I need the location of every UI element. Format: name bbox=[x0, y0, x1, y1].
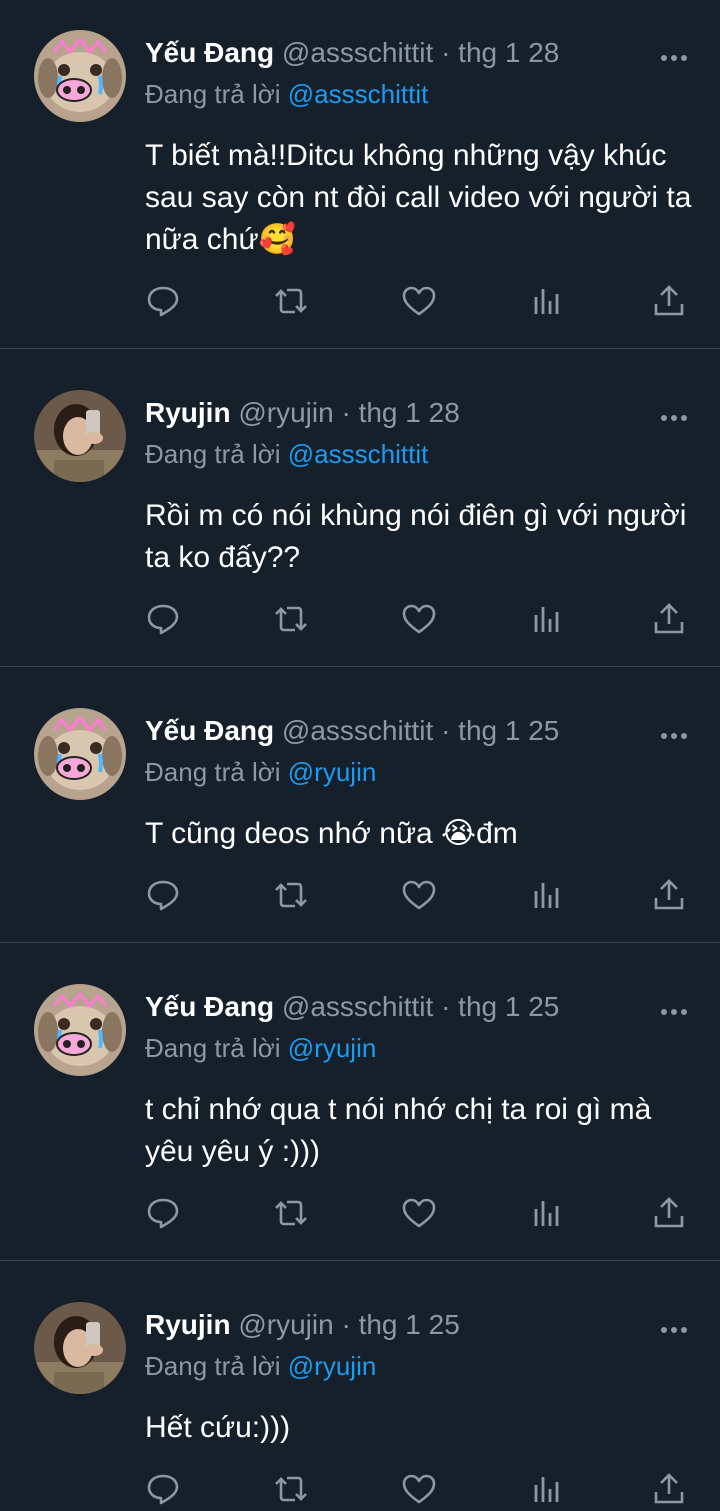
avatar[interactable] bbox=[34, 1302, 126, 1394]
tweet-actions bbox=[145, 1471, 690, 1511]
more-icon[interactable] bbox=[660, 1321, 688, 1333]
share-icon[interactable] bbox=[651, 1471, 687, 1507]
tweet-header: Ryujin @ryujin · thg 1 25 bbox=[145, 1307, 460, 1343]
analytics-icon[interactable] bbox=[529, 1195, 565, 1231]
reply-mention-link[interactable]: @assschittit bbox=[288, 79, 429, 109]
timestamp[interactable]: thg 1 28 bbox=[359, 397, 460, 428]
separator-dot: · bbox=[441, 37, 451, 68]
tweet-header: Yếu Đang @assschittit · thg 1 25 bbox=[145, 989, 559, 1025]
separator-dot: · bbox=[341, 397, 351, 428]
more-icon[interactable] bbox=[660, 1003, 688, 1015]
reply-icon[interactable] bbox=[145, 283, 181, 319]
replying-to-label: Đang trả lời bbox=[145, 1351, 288, 1381]
share-icon[interactable] bbox=[651, 601, 687, 637]
retweet-icon[interactable] bbox=[273, 877, 309, 913]
retweet-icon[interactable] bbox=[273, 1471, 309, 1507]
share-icon[interactable] bbox=[651, 1195, 687, 1231]
tweet-header: Ryujin @ryujin · thg 1 28 bbox=[145, 395, 460, 431]
retweet-icon[interactable] bbox=[273, 283, 309, 319]
reply-icon[interactable] bbox=[145, 877, 181, 913]
replying-to-label: Đang trả lời bbox=[145, 1033, 288, 1063]
display-name[interactable]: Ryujin bbox=[145, 1309, 231, 1340]
divider bbox=[0, 666, 720, 667]
replying-to-label: Đang trả lời bbox=[145, 757, 288, 787]
separator-dot: · bbox=[441, 715, 451, 746]
heart-icon[interactable] bbox=[401, 283, 437, 319]
separator-dot: · bbox=[341, 1309, 351, 1340]
tweet-text: T biết mà!!Ditcu không những vậy khúc sa… bbox=[145, 139, 692, 256]
heart-icon[interactable] bbox=[401, 1471, 437, 1507]
tweet-header: Yếu Đang @assschittit · thg 1 28 bbox=[145, 35, 559, 71]
share-icon[interactable] bbox=[651, 283, 687, 319]
retweet-icon[interactable] bbox=[273, 601, 309, 637]
tweet-actions bbox=[145, 601, 690, 641]
replying-to: Đang trả lời @assschittit bbox=[145, 439, 428, 470]
reply-mention-link[interactable]: @assschittit bbox=[288, 439, 429, 469]
more-icon[interactable] bbox=[660, 49, 688, 61]
user-handle[interactable]: @ryujin bbox=[238, 397, 333, 428]
analytics-icon[interactable] bbox=[529, 877, 565, 913]
reply-icon[interactable] bbox=[145, 1195, 181, 1231]
reply-mention-link[interactable]: @ryujin bbox=[288, 1351, 377, 1381]
analytics-icon[interactable] bbox=[529, 601, 565, 637]
display-name[interactable]: Yếu Đang bbox=[145, 37, 274, 68]
avatar[interactable] bbox=[34, 30, 126, 122]
timestamp[interactable]: thg 1 28 bbox=[458, 37, 559, 68]
heart-icon[interactable] bbox=[401, 877, 437, 913]
user-handle[interactable]: @ryujin bbox=[238, 1309, 333, 1340]
more-icon[interactable] bbox=[660, 727, 688, 739]
replying-to: Đang trả lời @assschittit bbox=[145, 79, 428, 110]
heart-icon[interactable] bbox=[401, 601, 437, 637]
avatar[interactable] bbox=[34, 390, 126, 482]
replying-to-label: Đang trả lời bbox=[145, 79, 288, 109]
display-name[interactable]: Ryujin bbox=[145, 397, 231, 428]
replying-to: Đang trả lời @ryujin bbox=[145, 1033, 376, 1064]
tweet-text: T cũng deos nhớ nữa 😭đm bbox=[145, 817, 518, 850]
analytics-icon[interactable] bbox=[529, 1471, 565, 1507]
timestamp[interactable]: thg 1 25 bbox=[458, 991, 559, 1022]
separator-dot: · bbox=[441, 991, 451, 1022]
heart-icon[interactable] bbox=[401, 1195, 437, 1231]
reply-mention-link[interactable]: @ryujin bbox=[288, 1033, 377, 1063]
tweet-text: Hết cứu:))) bbox=[145, 1411, 291, 1444]
tweet-text: Rồi m có nói khùng nói điên gì với người… bbox=[145, 499, 687, 574]
tweet-actions bbox=[145, 1195, 690, 1235]
analytics-icon[interactable] bbox=[529, 283, 565, 319]
tweet-actions bbox=[145, 283, 690, 323]
timestamp[interactable]: thg 1 25 bbox=[458, 715, 559, 746]
replying-to: Đang trả lời @ryujin bbox=[145, 1351, 376, 1382]
reply-icon[interactable] bbox=[145, 1471, 181, 1507]
user-handle[interactable]: @assschittit bbox=[282, 715, 433, 746]
divider bbox=[0, 1260, 720, 1261]
share-icon[interactable] bbox=[651, 877, 687, 913]
more-icon[interactable] bbox=[660, 409, 688, 421]
divider bbox=[0, 942, 720, 943]
retweet-icon[interactable] bbox=[273, 1195, 309, 1231]
reply-mention-link[interactable]: @ryujin bbox=[288, 757, 377, 787]
user-handle[interactable]: @assschittit bbox=[282, 37, 433, 68]
user-handle[interactable]: @assschittit bbox=[282, 991, 433, 1022]
reply-icon[interactable] bbox=[145, 601, 181, 637]
tweet-actions bbox=[145, 877, 690, 917]
avatar[interactable] bbox=[34, 708, 126, 800]
replying-to: Đang trả lời @ryujin bbox=[145, 757, 376, 788]
tweet-text: t chỉ nhớ qua t nói nhớ chị ta roi gì mà… bbox=[145, 1093, 652, 1168]
divider bbox=[0, 348, 720, 349]
timestamp[interactable]: thg 1 25 bbox=[359, 1309, 460, 1340]
display-name[interactable]: Yếu Đang bbox=[145, 991, 274, 1022]
tweet-header: Yếu Đang @assschittit · thg 1 25 bbox=[145, 713, 559, 749]
display-name[interactable]: Yếu Đang bbox=[145, 715, 274, 746]
avatar[interactable] bbox=[34, 984, 126, 1076]
replying-to-label: Đang trả lời bbox=[145, 439, 288, 469]
